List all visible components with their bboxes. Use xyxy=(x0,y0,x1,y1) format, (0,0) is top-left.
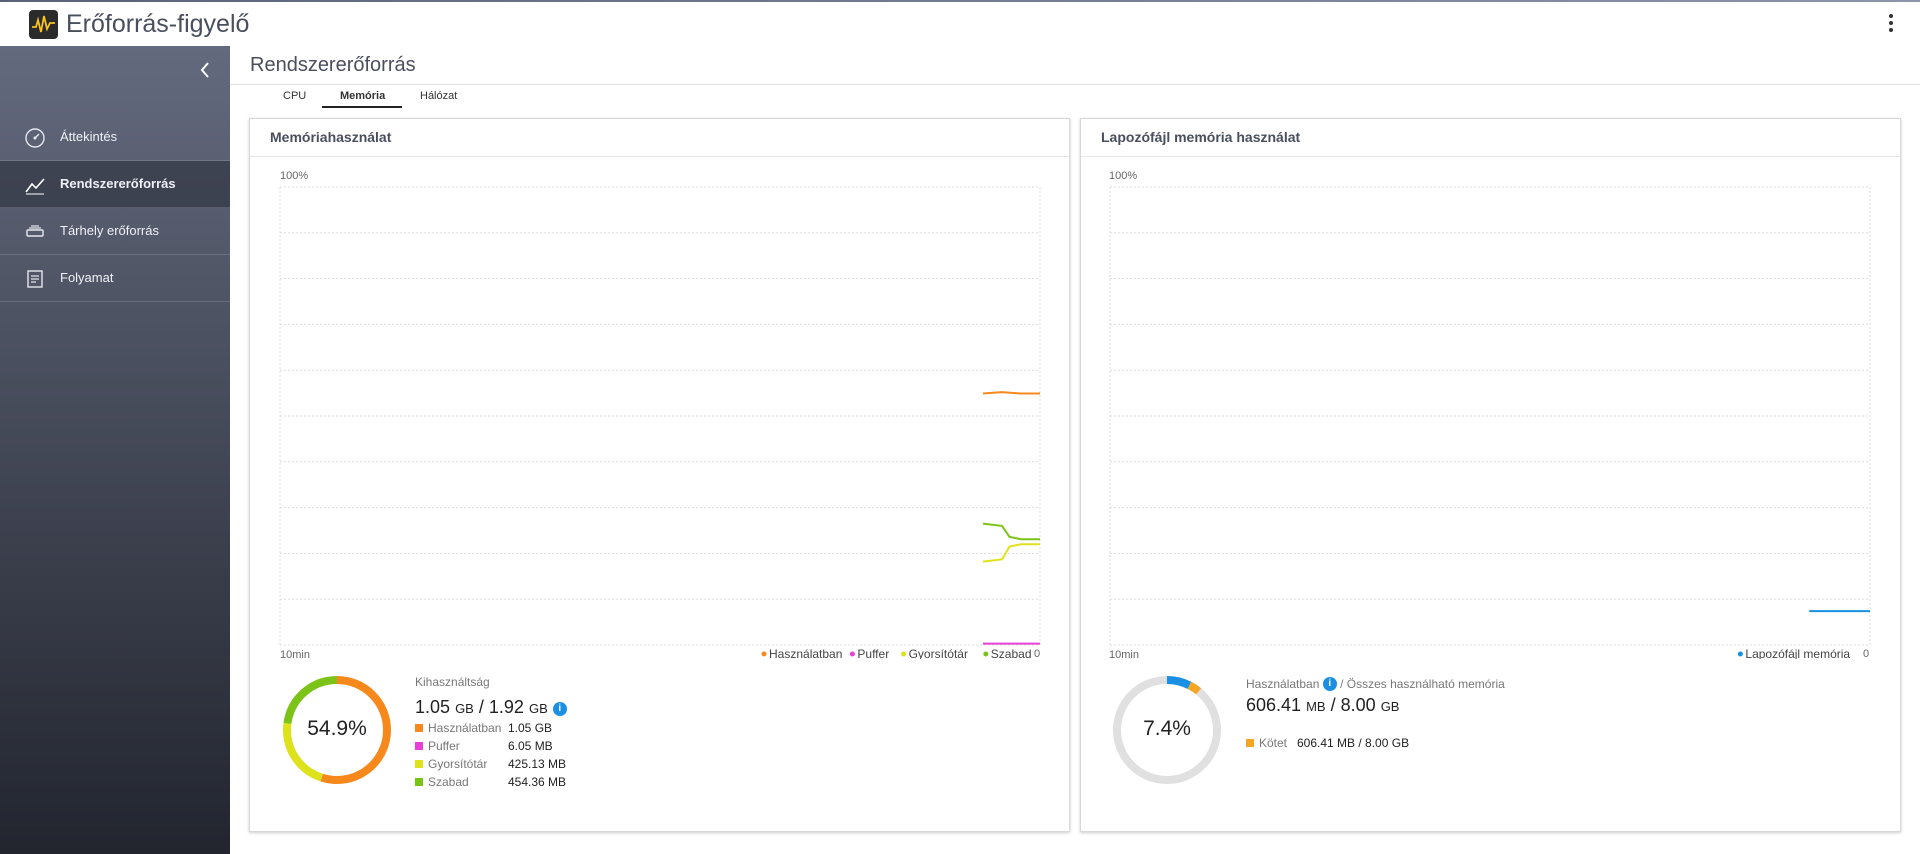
activity-monitor-icon xyxy=(29,10,58,39)
chevron-left-icon[interactable] xyxy=(198,60,212,80)
chart-legend: Szabad Gyorsítótár Puffer Használatban xyxy=(761,647,1032,659)
memory-usage-panel: Memóriahasználat 100% 10min 0 Szabad Gyor… xyxy=(249,118,1070,832)
sidebar-item-attekintes[interactable]: Áttekintés xyxy=(0,114,230,161)
breakdown-value: 454.36 MB xyxy=(508,775,567,789)
x-axis-right-label: 0 xyxy=(1863,648,1869,659)
info-icon[interactable]: i xyxy=(552,702,567,716)
sidebar: Áttekintés Rendszererőforrás Tárhely erő… xyxy=(0,46,230,854)
page-title: Rendszererőforrás xyxy=(250,54,416,76)
usage-unit: GB xyxy=(455,701,474,716)
usage-used: 606.41 xyxy=(1246,695,1302,715)
breakdown-value: 1.05 GB xyxy=(508,721,553,735)
usage-value: 1.05 GB / 1.92 GB i xyxy=(415,697,567,718)
sidebar-item-tarhely[interactable]: Tárhely erőforrás xyxy=(0,208,230,255)
color-swatch xyxy=(415,760,423,768)
breakdown-label: Gyorsítótár xyxy=(428,757,488,771)
more-options-icon[interactable] xyxy=(1888,14,1894,34)
sidebar-item-label: Tárhely erőforrás xyxy=(60,223,159,238)
legend-dot xyxy=(849,651,855,657)
breakdown-row: Használatban 1.05 GB xyxy=(415,721,552,737)
app-header: Erőforrás-figyelő xyxy=(0,2,1920,46)
usage-label: Használatban i / Összes használható memó… xyxy=(1246,677,1505,691)
list-document-icon xyxy=(24,268,46,290)
donut-percent: 7.4% xyxy=(1143,717,1191,740)
sidebar-item-rendszereroforras[interactable]: Rendszererőforrás xyxy=(0,161,230,208)
breakdown-row: Puffer 6.05 MB xyxy=(415,739,553,755)
usage-label: Kihasználtság xyxy=(415,675,490,689)
breakdown-value: 606.41 MB / 8.00 GB xyxy=(1297,736,1410,750)
breakdown-label: Használatban xyxy=(428,721,502,735)
chart-legend: Lapozófájl memória xyxy=(1737,647,1850,659)
series-line-szabad xyxy=(982,522,1040,541)
legend-dot xyxy=(1737,651,1743,657)
tab-halozat[interactable]: Hálózat xyxy=(420,90,457,102)
series-line-gyorsítótár xyxy=(982,543,1040,563)
tab-cpu[interactable]: CPU xyxy=(283,90,306,102)
sidebar-item-label: Folyamat xyxy=(60,270,114,285)
y-axis-top-label: 100% xyxy=(280,170,308,182)
swap-usage-panel: Lapozófájl memória használat 100% 10min … xyxy=(1080,118,1901,832)
sidebar-nav: Áttekintés Rendszererőforrás Tárhely erő… xyxy=(0,114,230,302)
app-title: Erőforrás-figyelő xyxy=(66,10,250,38)
legend-label: Használatban xyxy=(769,647,842,659)
series-line-használatban xyxy=(982,391,1040,395)
info-icon[interactable]: i xyxy=(1322,677,1337,691)
color-swatch xyxy=(1246,739,1254,747)
usage-total: 8.00 xyxy=(1340,695,1376,715)
title-divider xyxy=(230,84,1920,85)
usage-sep: / xyxy=(1330,695,1336,715)
gauge-icon xyxy=(24,127,46,149)
breakdown-label: Kötet xyxy=(1259,736,1288,750)
legend-label: Gyorsítótár xyxy=(909,647,968,659)
usage-label-used: Használatban xyxy=(1246,677,1320,691)
sidebar-item-label: Rendszererőforrás xyxy=(60,176,176,191)
usage-used: 1.05 xyxy=(415,697,451,717)
sidebar-item-label: Áttekintés xyxy=(60,129,118,144)
legend-dot xyxy=(901,651,907,657)
breakdown-label: Puffer xyxy=(428,739,460,753)
y-axis-top-label: 100% xyxy=(1109,170,1137,182)
breakdown-value: 425.13 MB xyxy=(508,757,567,771)
usage-total: 1.92 xyxy=(488,697,524,717)
breakdown-row: Szabad 454.36 MB xyxy=(415,775,566,791)
sidebar-item-folyamat[interactable]: Folyamat xyxy=(0,255,230,302)
legend-dot xyxy=(983,651,989,657)
tab-memoria[interactable]: Memória xyxy=(340,90,385,102)
breakdown-row: Gyorsítótár 425.13 MB xyxy=(415,757,566,773)
color-swatch xyxy=(415,724,423,732)
legend-label: Lapozófájl memória xyxy=(1745,647,1850,659)
x-axis-left-label: 10min xyxy=(280,649,310,659)
chart-grid xyxy=(1109,186,1871,646)
usage-value: 606.41 MB / 8.00 GB xyxy=(1246,695,1399,716)
legend-label: Szabad xyxy=(991,647,1032,659)
color-swatch xyxy=(415,742,423,750)
chart-series xyxy=(982,391,1040,645)
usage-unit: GB xyxy=(528,701,548,716)
legend-label: Puffer xyxy=(857,647,889,659)
legend-dot xyxy=(761,651,767,657)
breakdown-value: 6.05 MB xyxy=(508,739,553,753)
usage-used-unit: MB xyxy=(1306,699,1326,714)
usage-total-unit: GB xyxy=(1380,699,1400,714)
active-tab-indicator xyxy=(322,106,402,108)
donut-percent: 54.9% xyxy=(307,717,367,740)
usage-label-total: / Összes használható memória xyxy=(1340,677,1505,691)
line-chart-icon xyxy=(24,174,46,196)
breakdown-label: Szabad xyxy=(428,775,469,789)
storage-icon xyxy=(24,221,46,243)
color-swatch xyxy=(415,778,423,786)
breakdown-row: Kötet 606.41 MB / 8.00 GB xyxy=(1246,736,1409,752)
x-axis-left-label: 10min xyxy=(1109,649,1139,659)
usage-sep: / xyxy=(478,697,484,717)
chart-grid xyxy=(279,186,1041,646)
memory-line-chart: 100% 10min 0 Szabad Gyorsítótár Puffer Hasz… xyxy=(279,170,1041,659)
x-axis-right-label: 0 xyxy=(1034,648,1040,659)
swap-line-chart: 100% 10min 0 Lapozófájl memória xyxy=(1109,170,1871,659)
